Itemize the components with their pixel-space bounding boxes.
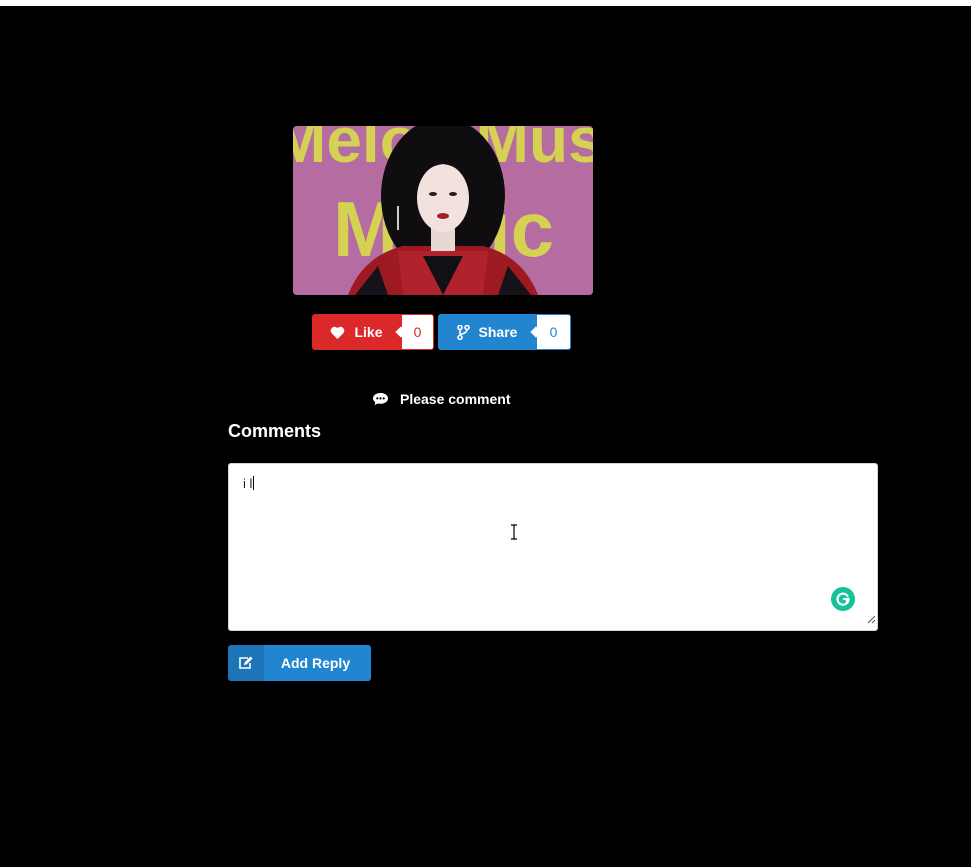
share-count[interactable]: 0	[536, 314, 571, 350]
add-reply-button[interactable]: Add Reply	[228, 645, 371, 681]
like-label: Like	[354, 324, 383, 340]
add-reply-label: Add Reply	[280, 655, 351, 671]
please-comment-prompt: Please comment	[372, 389, 511, 409]
ibeam-cursor-icon	[510, 524, 518, 545]
share-label: Share	[478, 324, 518, 340]
top-bar	[0, 0, 971, 6]
like-button-group[interactable]: Like 0	[312, 314, 434, 350]
comments-heading: Comments	[228, 421, 322, 441]
text-caret	[253, 476, 255, 490]
share-button-group[interactable]: Share 0	[438, 314, 571, 350]
resize-handle-icon[interactable]	[867, 611, 876, 629]
please-comment-label: Please comment	[400, 391, 511, 407]
edit-icon	[228, 645, 264, 681]
reply-textarea[interactable]: i l	[228, 463, 878, 631]
reply-text-value: i l	[243, 476, 255, 491]
share-button[interactable]: Share	[438, 314, 536, 350]
like-count[interactable]: 0	[401, 314, 434, 350]
like-button[interactable]: Like	[312, 314, 401, 350]
post-image: Melon Music Music	[293, 126, 593, 295]
grammarly-icon[interactable]	[831, 587, 855, 611]
heart-icon	[330, 326, 345, 339]
comment-bubble-icon	[372, 392, 389, 406]
fork-icon	[456, 324, 470, 340]
